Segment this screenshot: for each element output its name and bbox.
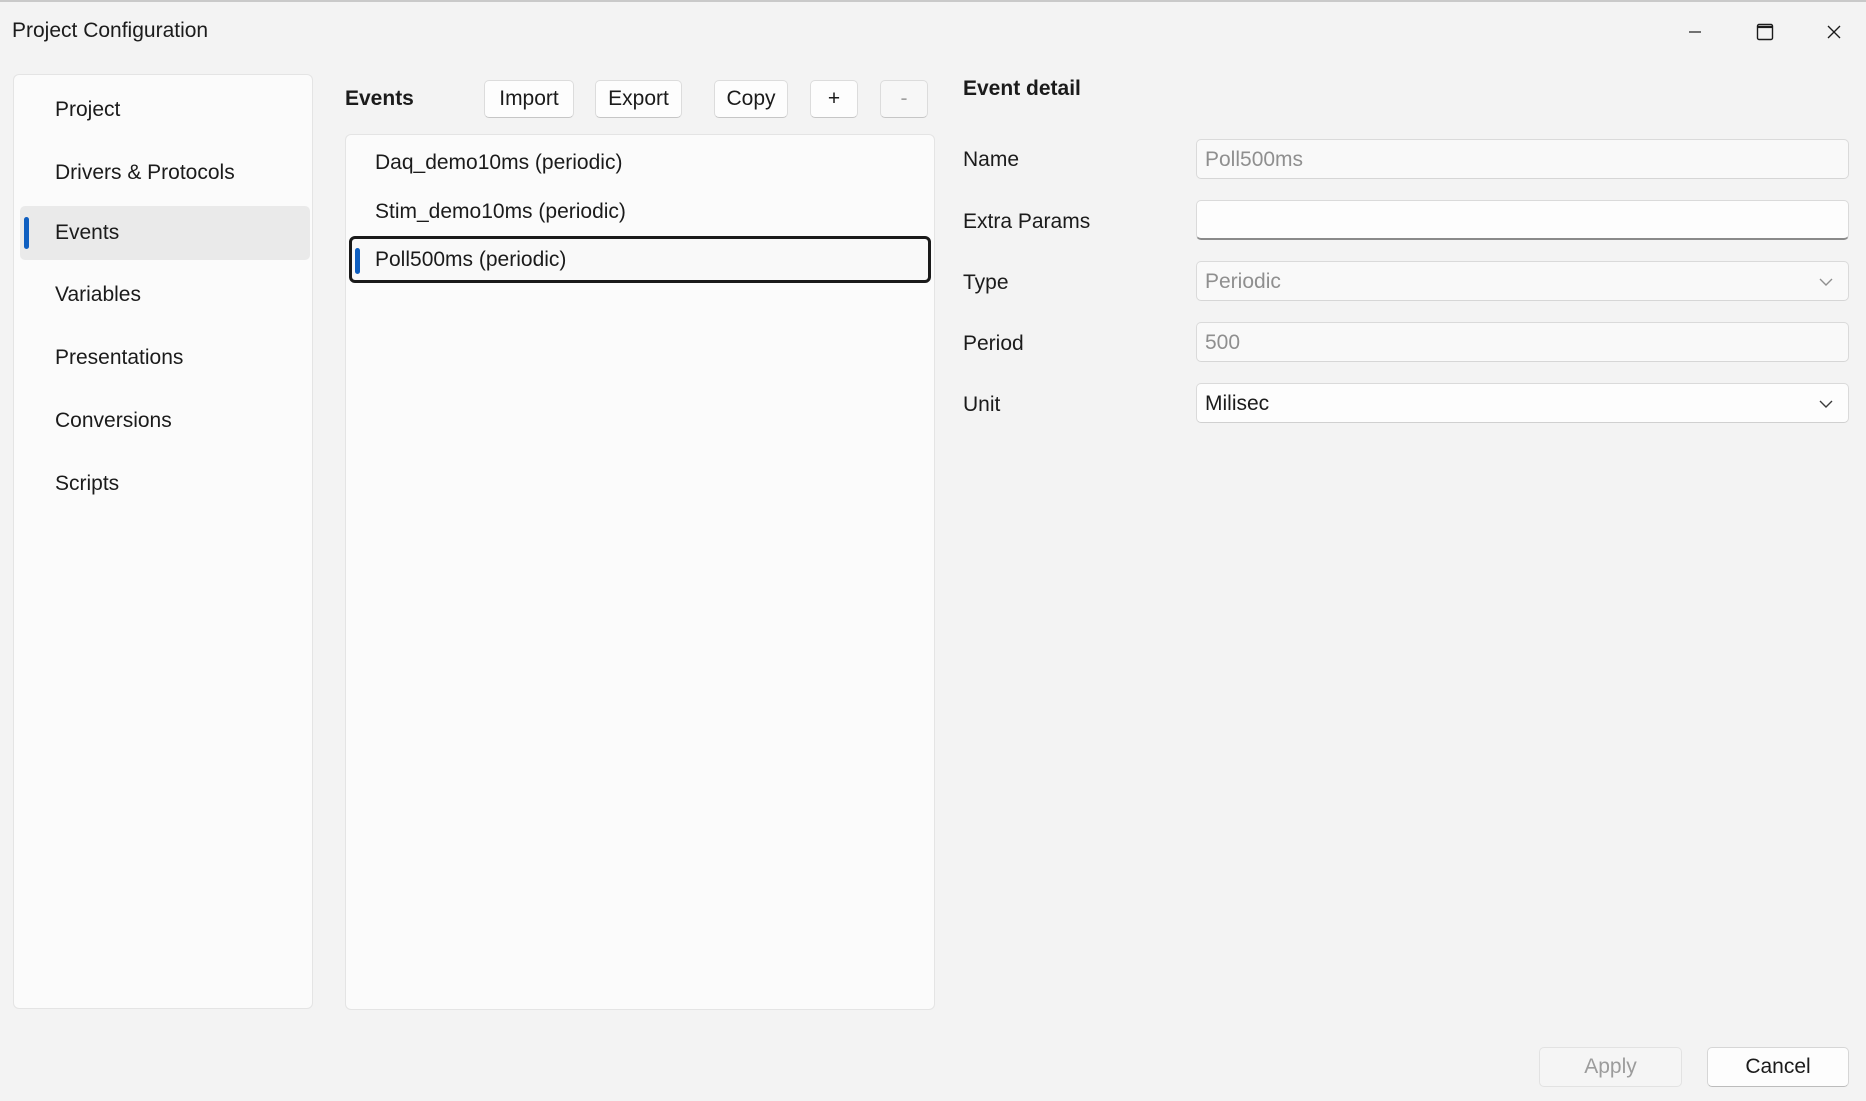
events-list: Daq_demo10ms (periodic) Stim_demo10ms (p…: [345, 134, 935, 1010]
window-title: Project Configuration: [12, 19, 209, 42]
event-label: Poll500ms (periodic): [375, 248, 567, 271]
nav-item-conversions[interactable]: Conversions: [20, 394, 310, 448]
copy-button[interactable]: Copy: [714, 80, 788, 118]
list-item[interactable]: Stim_demo10ms (periodic): [349, 188, 931, 235]
event-label: Stim_demo10ms (periodic): [375, 200, 626, 223]
title-bar: Project Configuration: [0, 2, 1866, 60]
nav-item-label: Scripts: [55, 472, 120, 495]
list-item[interactable]: Daq_demo10ms (periodic): [349, 139, 931, 186]
extra-params-label: Extra Params: [963, 210, 1091, 233]
minimize-button[interactable]: [1675, 16, 1715, 48]
type-label: Type: [963, 271, 1009, 294]
close-icon: [1827, 25, 1841, 39]
period-value: 500: [1205, 331, 1241, 354]
chevron-down-icon: [1819, 278, 1833, 286]
name-value: Poll500ms: [1205, 148, 1304, 171]
nav-item-events[interactable]: Events: [20, 206, 310, 260]
add-event-button[interactable]: +: [810, 80, 858, 118]
minimize-icon: [1689, 31, 1701, 33]
cancel-button[interactable]: Cancel: [1707, 1047, 1849, 1087]
remove-event-button[interactable]: -: [880, 80, 928, 118]
maximize-button[interactable]: [1745, 16, 1785, 48]
period-label: Period: [963, 332, 1024, 355]
nav-item-project[interactable]: Project: [20, 83, 310, 137]
period-field[interactable]: 500: [1196, 322, 1849, 362]
list-item-selected[interactable]: Poll500ms (periodic): [349, 236, 931, 283]
nav-item-label: Variables: [55, 283, 141, 306]
nav-item-presentations[interactable]: Presentations: [20, 331, 310, 385]
nav-item-label: Drivers & Protocols: [55, 161, 235, 184]
event-label: Daq_demo10ms (periodic): [375, 151, 623, 174]
type-select[interactable]: Periodic: [1196, 261, 1849, 301]
nav-item-label: Presentations: [55, 346, 184, 369]
import-button[interactable]: Import: [484, 80, 574, 118]
maximize-icon: [1756, 23, 1774, 41]
apply-button[interactable]: Apply: [1539, 1047, 1682, 1087]
nav-item-label: Conversions: [55, 409, 172, 432]
export-button[interactable]: Export: [595, 80, 682, 118]
type-value: Periodic: [1205, 270, 1281, 293]
nav-item-drivers-protocols[interactable]: Drivers & Protocols: [20, 146, 310, 200]
name-field[interactable]: Poll500ms: [1196, 139, 1849, 179]
event-detail-heading: Event detail: [963, 77, 1081, 100]
events-heading: Events: [345, 87, 414, 110]
chevron-down-icon: [1819, 400, 1833, 408]
unit-value: Milisec: [1205, 392, 1270, 415]
project-configuration-window: Project Configuration Project Drivers & …: [0, 0, 1866, 1101]
name-label: Name: [963, 148, 1020, 171]
selection-indicator: [24, 217, 29, 249]
unit-select[interactable]: Milisec: [1196, 383, 1849, 423]
nav-item-variables[interactable]: Variables: [20, 268, 310, 322]
extra-params-field[interactable]: [1196, 200, 1849, 240]
nav-item-scripts[interactable]: Scripts: [20, 457, 310, 511]
close-button[interactable]: [1814, 16, 1854, 48]
nav-item-label: Project: [55, 98, 121, 121]
selection-indicator: [355, 248, 360, 274]
unit-label: Unit: [963, 393, 1001, 416]
settings-nav: Project Drivers & Protocols Events Varia…: [13, 74, 313, 1009]
nav-item-label: Events: [55, 221, 120, 244]
